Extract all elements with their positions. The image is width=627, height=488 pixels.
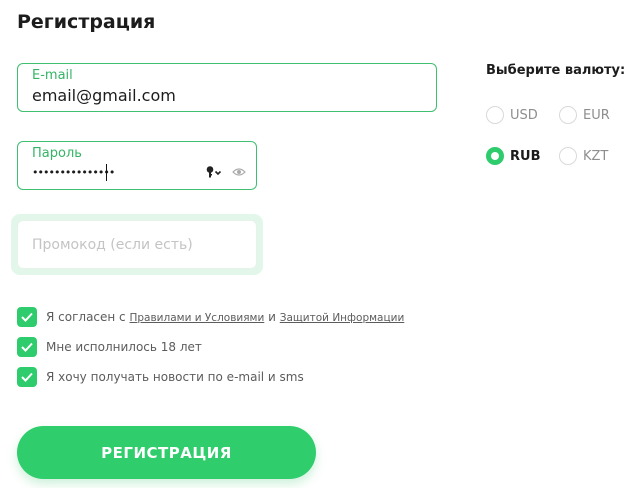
news-consent: Я хочу получать новости по e-mail и sms (17, 367, 304, 387)
promo-field[interactable] (17, 220, 257, 269)
checkmark-icon (21, 312, 33, 322)
email-field[interactable]: E-mail email@gmail.com (17, 63, 437, 112)
news-label: Я хочу получать новости по e-mail и sms (46, 370, 304, 384)
terms-label: Я согласен с Правилами и Условиями и Защ… (46, 310, 404, 324)
text-caret (106, 164, 107, 181)
email-label: E-mail (32, 68, 73, 83)
terms-link[interactable]: Правилами и Условиями (130, 312, 265, 324)
terms-prefix: Я согласен с (46, 310, 126, 324)
age-checkbox[interactable] (17, 337, 37, 357)
age-consent: Мне исполнилось 18 лет (17, 337, 202, 357)
news-checkbox[interactable] (17, 367, 37, 387)
currency-label: RUB (510, 148, 541, 164)
key-icon[interactable] (206, 164, 224, 183)
currency-option-kzt[interactable]: KZT (559, 146, 608, 166)
eye-icon[interactable] (232, 162, 246, 181)
password-field[interactable]: Пароль ••••••••••••••• (17, 141, 257, 190)
password-value[interactable]: ••••••••••••••• (32, 166, 115, 179)
privacy-link[interactable]: Защитой Информации (280, 312, 405, 324)
currency-option-eur[interactable]: EUR (559, 105, 610, 125)
promo-input[interactable] (18, 221, 256, 268)
currency-label: KZT (583, 148, 609, 164)
currency-option-rub[interactable]: RUB (486, 146, 540, 166)
radio-button[interactable] (559, 147, 577, 165)
radio-button-selected[interactable] (486, 147, 504, 165)
password-label: Пароль (32, 146, 82, 161)
terms-and: и (268, 310, 276, 324)
checkmark-icon (21, 342, 33, 352)
checkmark-icon (21, 372, 33, 382)
page-title: Регистрация (17, 11, 156, 33)
radio-button[interactable] (486, 106, 504, 124)
age-label: Мне исполнилось 18 лет (46, 340, 202, 354)
terms-checkbox[interactable] (17, 307, 37, 327)
currency-label: USD (510, 107, 538, 123)
email-value[interactable]: email@gmail.com (32, 86, 176, 105)
currency-title: Выберите валюту: (486, 63, 626, 78)
register-button-label: РЕГИСТРАЦИЯ (101, 443, 232, 462)
chevron-down-icon (214, 170, 222, 176)
terms-consent: Я согласен с Правилами и Условиями и Защ… (17, 307, 404, 327)
radio-button[interactable] (559, 106, 577, 124)
currency-option-usd[interactable]: USD (486, 105, 538, 125)
currency-label: EUR (583, 107, 610, 123)
register-button[interactable]: РЕГИСТРАЦИЯ (17, 426, 316, 479)
